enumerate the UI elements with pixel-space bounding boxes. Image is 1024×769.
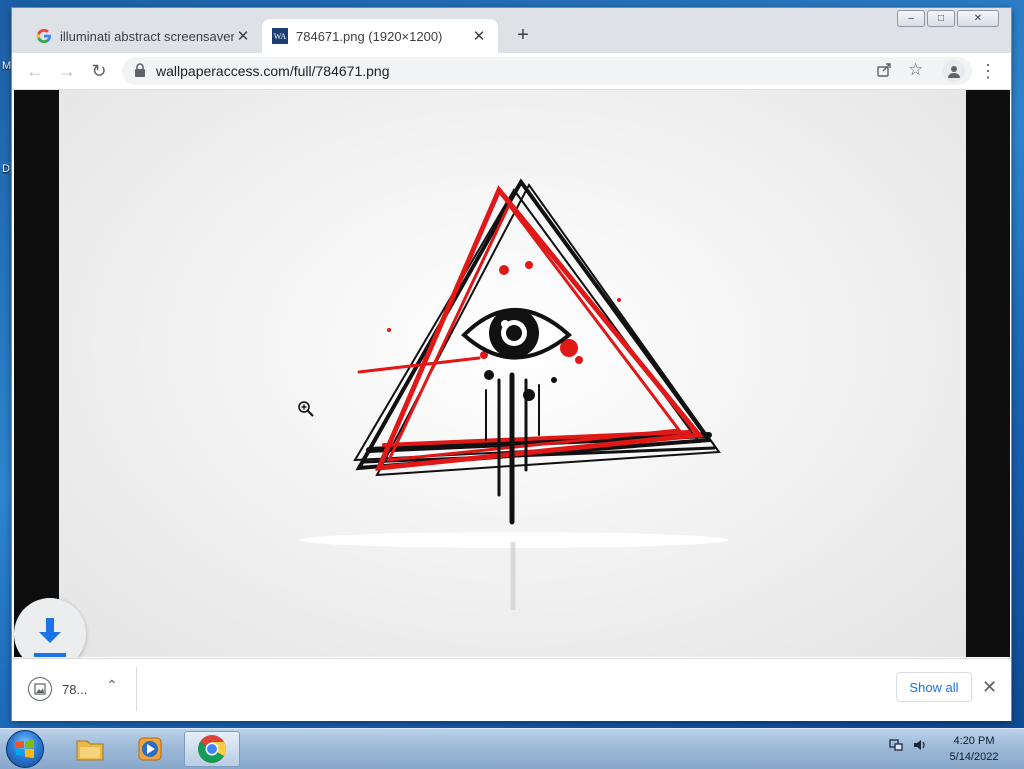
divider: [136, 667, 137, 711]
taskbar-media-player[interactable]: [122, 731, 178, 767]
taskbar: 4:20 PM 5/14/2022: [0, 728, 1024, 769]
desktop-icon-label[interactable]: D: [2, 163, 10, 175]
wallpaperaccess-favicon-icon: WA: [272, 28, 288, 44]
maximize-button[interactable]: □: [927, 10, 955, 27]
browser-window: – □ ✕ illuminati abstract screensaver - …: [12, 8, 1011, 721]
close-tab-icon[interactable]: ✕: [234, 27, 252, 45]
windows-logo-icon: [16, 740, 34, 758]
downloads-shelf: 78... ⌃ Show all ✕: [12, 658, 1011, 721]
displayed-image[interactable]: [59, 90, 966, 657]
network-icon[interactable]: [888, 737, 904, 756]
url-text[interactable]: wallpaperaccess.com/full/784671.png: [156, 63, 389, 79]
windows-start-button[interactable]: [6, 730, 44, 768]
desktop-icon-label[interactable]: M: [2, 60, 11, 72]
tab-strip: – □ ✕ illuminati abstract screensaver - …: [12, 8, 1011, 53]
tab-google-search[interactable]: illuminati abstract screensaver - G ✕: [26, 19, 262, 53]
image-file-icon: [28, 677, 52, 701]
system-tray: [888, 737, 928, 756]
zoom-in-cursor-icon: [297, 400, 315, 421]
download-item[interactable]: 78...: [28, 677, 87, 701]
close-icon[interactable]: ✕: [982, 677, 997, 698]
browser-toolbar: ← → ↻ wallpaperaccess.com/full/784671.pn…: [12, 53, 1011, 90]
tab-title: illuminati abstract screensaver - G: [60, 28, 234, 44]
address-bar[interactable]: wallpaperaccess.com/full/784671.png: [122, 57, 972, 85]
tab-image[interactable]: WA 784671.png (1920×1200) ✕: [262, 19, 498, 53]
volume-icon[interactable]: [912, 737, 928, 756]
lock-icon[interactable]: [134, 62, 146, 80]
share-icon[interactable]: [876, 62, 892, 82]
chevron-up-icon[interactable]: ⌃: [106, 677, 118, 694]
minimize-button[interactable]: –: [897, 10, 925, 27]
page-viewport: [14, 90, 1010, 657]
folder-icon: [76, 740, 104, 761]
clock-time: 4:20 PM: [953, 735, 995, 747]
taskbar-clock[interactable]: 4:20 PM 5/14/2022: [940, 733, 1008, 765]
media-player-icon: [138, 737, 162, 761]
close-window-button[interactable]: ✕: [957, 10, 999, 27]
taskbar-file-explorer[interactable]: [62, 731, 118, 767]
new-tab-button[interactable]: +: [512, 24, 534, 46]
reload-icon[interactable]: ↻: [86, 58, 112, 84]
bookmark-star-icon[interactable]: ☆: [908, 60, 923, 80]
tab-title: 784671.png (1920×1200): [296, 28, 443, 44]
menu-kebab-icon[interactable]: ⋮: [975, 58, 1001, 84]
clock-date: 5/14/2022: [949, 751, 999, 763]
illuminati-eye-artwork: [299, 178, 729, 610]
taskbar-chrome[interactable]: [184, 731, 240, 767]
window-controls: – □ ✕: [895, 10, 999, 27]
chrome-icon: [198, 735, 226, 763]
download-filename: 78...: [62, 681, 88, 697]
back-arrow-icon[interactable]: ←: [22, 58, 48, 84]
close-tab-icon[interactable]: ✕: [470, 27, 488, 45]
profile-avatar-icon[interactable]: [943, 60, 965, 82]
google-g-icon: [36, 28, 52, 44]
show-all-button[interactable]: Show all: [896, 672, 972, 702]
forward-arrow-icon[interactable]: →: [54, 58, 80, 84]
